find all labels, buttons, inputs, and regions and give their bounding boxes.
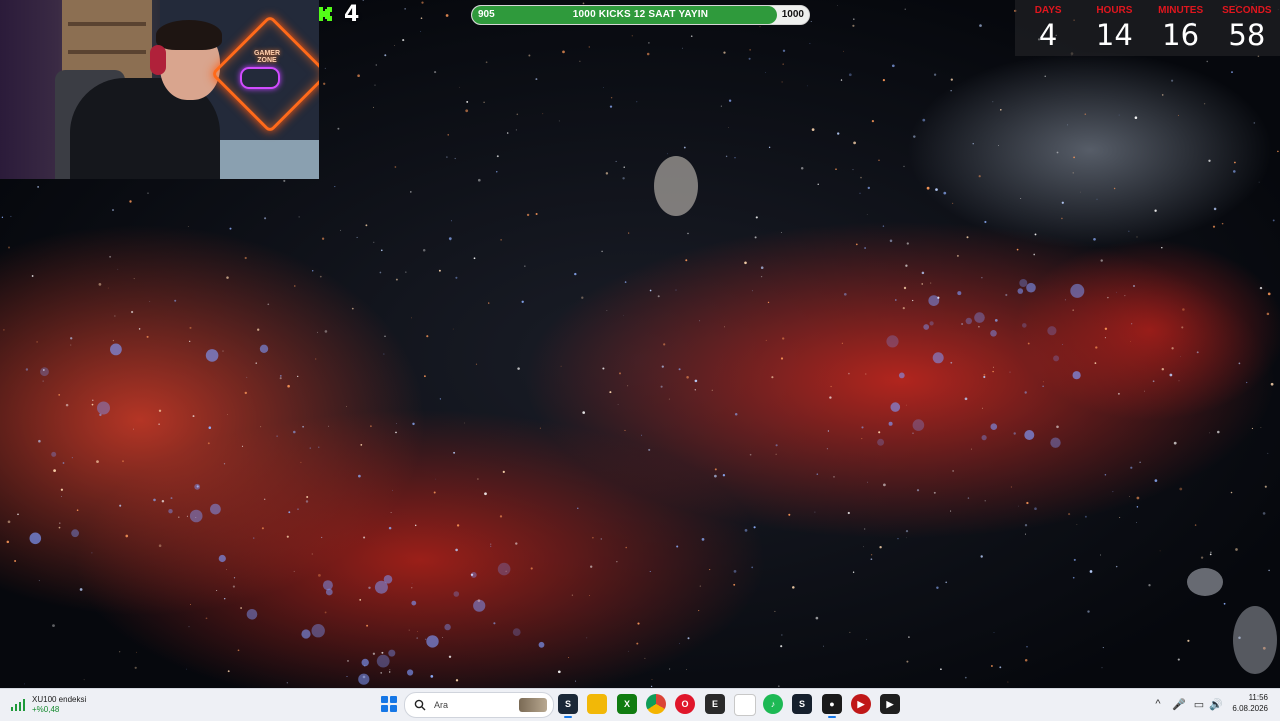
countdown-minutes-label: MINUTES: [1158, 5, 1204, 16]
countdown-days-label: DAYS: [1034, 5, 1062, 16]
countdown-seconds-value: 58: [1228, 18, 1266, 52]
tray-chevron-icon[interactable]: ^: [1152, 694, 1164, 714]
countdown-seconds-label: SECONDS: [1222, 5, 1272, 16]
kick-follower-counter: 4: [318, 1, 360, 27]
clock-time: 11:56: [1248, 693, 1268, 702]
notepad-icon[interactable]: [734, 694, 756, 716]
obs-icon[interactable]: ●: [822, 694, 842, 718]
file-explorer-icon[interactable]: [587, 694, 607, 714]
kicks-goal-bar: 905 1000 KICKS 12 SAAT YAYIN 1000: [471, 5, 810, 25]
kick-logo-icon: [319, 7, 332, 21]
microphone-icon[interactable]: 🎤: [1172, 694, 1186, 714]
windows-taskbar: XU100 endeksi +%0,48: [0, 688, 1280, 721]
countdown-days: DAYS 4: [1015, 0, 1081, 56]
windows-start-button[interactable]: [381, 696, 397, 712]
media-player-icon[interactable]: ▶: [851, 694, 871, 714]
webcam-bed: [215, 140, 319, 179]
kick-count-value: 4: [344, 1, 360, 27]
widget-title: XU100 endeksi: [32, 695, 87, 704]
neon-logo-text-2: ZONE: [257, 57, 277, 64]
goal-title: 1000 KICKS 12 SAAT YAYIN: [572, 9, 709, 20]
neon-logo-text-1: GAMER: [253, 50, 281, 57]
taskbar-clock[interactable]: 11:56 6.08.2026: [1232, 692, 1268, 714]
steam-client-icon[interactable]: S: [792, 694, 812, 714]
webcam-overlay: GAMER ZONE: [0, 0, 319, 179]
search-highlight-image: [519, 698, 547, 712]
countdown-timer: DAYS 4 HOURS 14 MINUTES 16 SECONDS 58: [1015, 0, 1280, 56]
goal-target-value: 1000: [781, 9, 804, 20]
countdown-seconds: SECONDS 58: [1214, 0, 1280, 56]
clock-date: 6.08.2026: [1232, 704, 1268, 713]
countdown-days-value: 4: [1038, 18, 1058, 52]
epic-games-icon[interactable]: E: [705, 694, 725, 714]
streamer-hair: [156, 20, 222, 50]
countdown-hours-value: 14: [1095, 18, 1133, 52]
countdown-hours: HOURS 14: [1081, 0, 1147, 56]
nvidia-icon[interactable]: ▶: [880, 694, 900, 714]
neon-gamer-zone-logo: GAMER ZONE: [240, 50, 294, 94]
gamepad-icon: [240, 67, 280, 89]
search-placeholder: Ara: [434, 700, 449, 710]
taskbar-search-box[interactable]: Ara: [404, 692, 554, 718]
countdown-minutes-value: 16: [1162, 18, 1200, 52]
opera-icon[interactable]: O: [675, 694, 695, 714]
network-icon[interactable]: ▭: [1192, 694, 1206, 714]
chrome-icon[interactable]: [646, 694, 666, 714]
volume-icon[interactable]: 🔊: [1208, 694, 1224, 714]
headphones-icon: [150, 45, 166, 75]
stock-widget[interactable]: XU100 endeksi +%0,48: [10, 693, 86, 717]
xbox-icon[interactable]: X: [617, 694, 637, 714]
steam-icon[interactable]: S: [558, 694, 578, 718]
countdown-hours-label: HOURS: [1096, 5, 1133, 16]
countdown-minutes: MINUTES 16: [1148, 0, 1214, 56]
widget-change: +%0,48: [32, 705, 60, 714]
spotify-icon[interactable]: ♪: [763, 694, 783, 714]
stock-chart-icon: [11, 699, 25, 711]
search-icon: [414, 699, 426, 711]
